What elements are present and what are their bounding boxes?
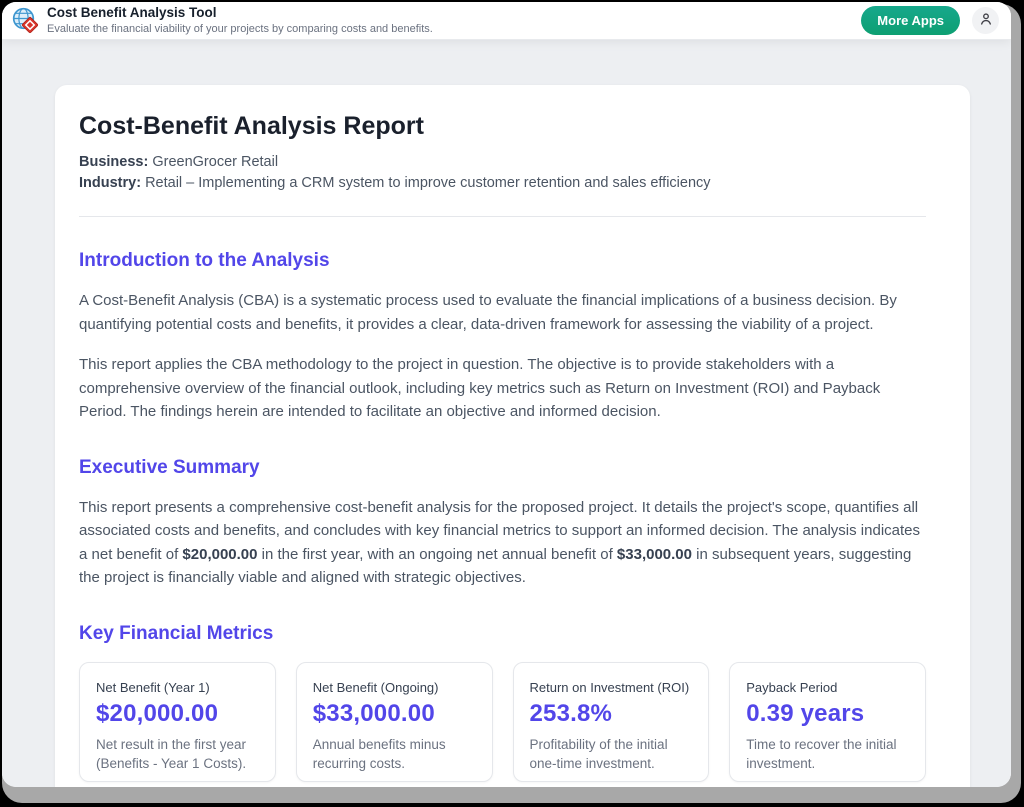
metric-label: Payback Period	[746, 680, 909, 695]
metric-card-net-benefit-year1: Net Benefit (Year 1) $20,000.00 Net resu…	[79, 662, 276, 782]
metric-description: Net result in the first year (Benefits -…	[96, 735, 259, 773]
introduction-section: Introduction to the Analysis A Cost-Bene…	[79, 250, 926, 424]
metric-description: Profitability of the initial one-time in…	[530, 735, 693, 773]
executive-summary-paragraph: This report presents a comprehensive cos…	[79, 496, 926, 590]
industry-value: Retail – Implementing a CRM system to im…	[145, 175, 710, 191]
section-divider	[79, 216, 926, 217]
report-title: Cost-Benefit Analysis Report	[79, 112, 926, 141]
industry-label: Industry:	[79, 175, 141, 191]
more-apps-button[interactable]: More Apps	[861, 6, 960, 35]
key-financial-metrics-section: Key Financial Metrics Net Benefit (Year …	[79, 623, 926, 782]
metric-value: 253.8%	[530, 700, 693, 728]
metric-value: 0.39 years	[746, 700, 909, 728]
metric-card-payback-period: Payback Period 0.39 years Time to recove…	[729, 662, 926, 782]
executive-summary-section: Executive Summary This report presents a…	[79, 457, 926, 590]
page-background: Cost-Benefit Analysis Report Business: G…	[2, 40, 1011, 787]
business-label: Business:	[79, 154, 148, 170]
person-icon	[978, 11, 994, 30]
app-title: Cost Benefit Analysis Tool	[47, 5, 433, 22]
metrics-grid: Net Benefit (Year 1) $20,000.00 Net resu…	[79, 662, 926, 782]
metric-description: Annual benefits minus recurring costs.	[313, 735, 476, 773]
net-benefit-year1-inline-value: $20,000.00	[182, 546, 257, 563]
metric-card-net-benefit-ongoing: Net Benefit (Ongoing) $33,000.00 Annual …	[296, 662, 493, 782]
app-header: Cost Benefit Analysis Tool Evaluate the …	[2, 2, 1011, 40]
metric-value: $33,000.00	[313, 700, 476, 728]
executive-summary-heading: Executive Summary	[79, 457, 926, 479]
header-titles: Cost Benefit Analysis Tool Evaluate the …	[47, 5, 433, 37]
metric-description: Time to recover the initial investment.	[746, 735, 909, 773]
business-value: GreenGrocer Retail	[152, 154, 278, 170]
introduction-heading: Introduction to the Analysis	[79, 250, 926, 272]
summary-text-2: in the first year, with an ongoing net a…	[258, 546, 617, 563]
app-subtitle: Evaluate the financial viability of your…	[47, 23, 433, 37]
metric-label: Net Benefit (Year 1)	[96, 680, 259, 695]
industry-meta-line: Industry: Retail – Implementing a CRM sy…	[79, 173, 926, 194]
metric-label: Return on Investment (ROI)	[530, 680, 693, 695]
business-meta-line: Business: GreenGrocer Retail	[79, 152, 926, 173]
introduction-paragraph-1: A Cost-Benefit Analysis (CBA) is a syste…	[79, 289, 926, 336]
avatar-button[interactable]	[972, 7, 999, 34]
metric-card-roi: Return on Investment (ROI) 253.8% Profit…	[513, 662, 710, 782]
metric-value: $20,000.00	[96, 700, 259, 728]
report-card: Cost-Benefit Analysis Report Business: G…	[55, 85, 970, 787]
metric-label: Net Benefit (Ongoing)	[313, 680, 476, 695]
key-financial-metrics-heading: Key Financial Metrics	[79, 623, 926, 645]
net-benefit-ongoing-inline-value: $33,000.00	[617, 546, 692, 563]
introduction-paragraph-2: This report applies the CBA methodology …	[79, 353, 926, 424]
app-window: Cost Benefit Analysis Tool Evaluate the …	[2, 2, 1011, 787]
globe-red-diamond-logo-icon	[12, 7, 39, 34]
